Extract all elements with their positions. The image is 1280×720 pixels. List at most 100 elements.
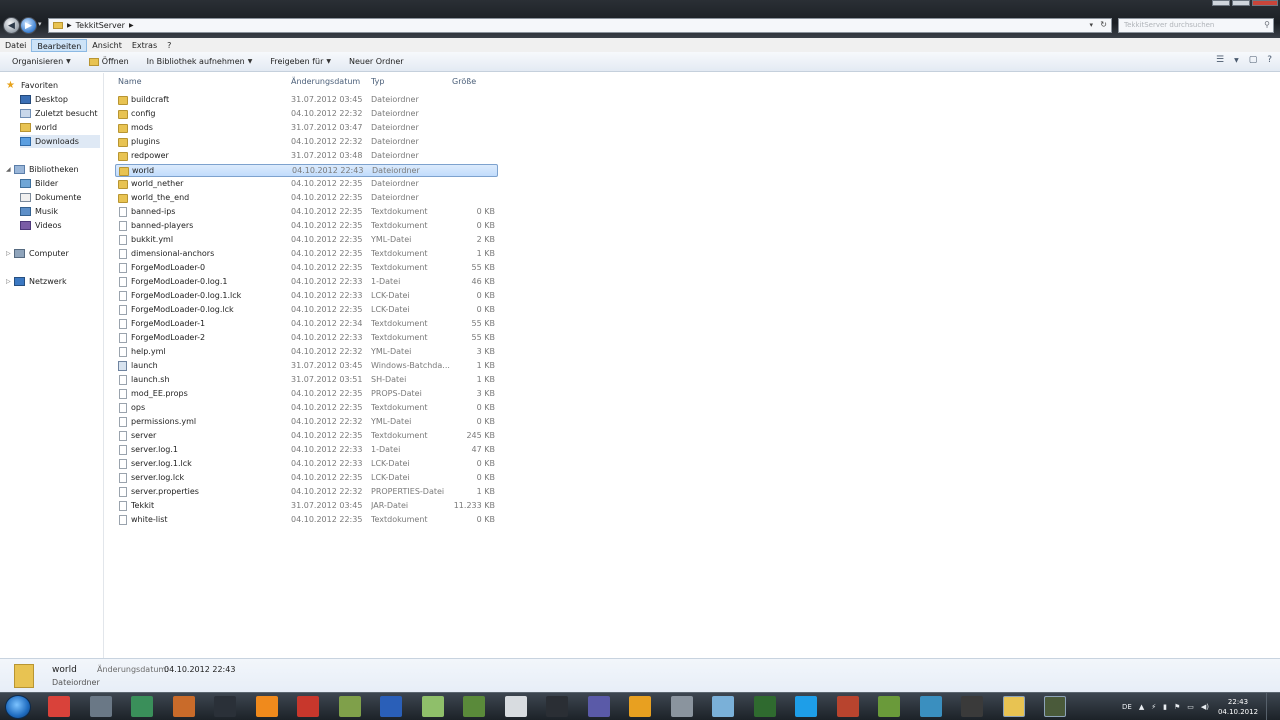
nav-computer[interactable]: Computer [14, 247, 69, 260]
app-eye-icon[interactable] [836, 696, 859, 717]
minecraft-block-icon[interactable] [878, 696, 900, 717]
file-row[interactable]: server.log.1.lck 04.10.2012 22:33 LCK-Date… [115, 458, 498, 471]
file-row[interactable]: mod_EE.props 04.10.2012 22:35 PROPS-Datei 3… [115, 388, 498, 401]
clock[interactable]: 22:43 04.10.2012 [1216, 697, 1260, 717]
menu-help[interactable]: ? [162, 39, 176, 52]
file-row[interactable]: ops 04.10.2012 22:35 Textdokument 0 KB [115, 402, 498, 415]
start-button[interactable] [5, 695, 31, 719]
volume-icon[interactable]: ◀) [1201, 703, 1209, 711]
file-row[interactable]: world 04.10.2012 22:43 Dateiordner [115, 164, 498, 177]
file-row[interactable]: server.log.lck 04.10.2012 22:35 LCK-Datei 0… [115, 472, 498, 485]
add-to-library-button[interactable]: In Bibliothek aufnehmen ▼ [138, 52, 262, 72]
file-row[interactable]: world_nether 04.10.2012 22:35 Dateiordner [115, 178, 498, 191]
nav-libraries[interactable]: Bibliotheken [14, 163, 79, 176]
gamepad-icon[interactable] [504, 696, 527, 717]
file-row[interactable]: ForgeModLoader-0.log.1 04.10.2012 22:33 1-… [115, 276, 498, 289]
maximize-button[interactable] [1232, 0, 1250, 6]
menu-bearbeiten[interactable]: Bearbeiten [31, 38, 88, 52]
expand-arrow-icon[interactable]: ▷ [6, 278, 11, 285]
column-header-size[interactable]: Größe [452, 77, 476, 86]
preview-pane-icon[interactable]: ▢ [1249, 55, 1258, 67]
file-row[interactable]: launch.sh 31.07.2012 03:51 SH-Datei 1 KB [115, 374, 498, 387]
forward-button[interactable]: ▶ [20, 17, 37, 34]
terminal-icon[interactable] [753, 696, 776, 717]
nav-desktop[interactable]: Desktop [20, 93, 68, 106]
steam-icon[interactable] [89, 696, 112, 717]
usb-icon[interactable]: ⚡ [1151, 703, 1156, 711]
app-dark-icon[interactable] [546, 696, 568, 717]
vlc-icon[interactable] [255, 696, 278, 717]
nav-world[interactable]: world [20, 121, 57, 134]
file-row[interactable]: buildcraft 31.07.2012 03:45 Dateiordner [115, 94, 498, 107]
minecraft-icon[interactable] [463, 696, 485, 717]
column-header-type[interactable]: Typ [371, 77, 384, 86]
nav-downloads[interactable]: Downloads [20, 135, 100, 148]
organize-button[interactable]: Organisieren ▼ [0, 52, 80, 72]
refresh-icon[interactable]: ↻ [1100, 20, 1107, 29]
file-row[interactable]: ForgeModLoader-0.log.lck 04.10.2012 22:35… [115, 304, 498, 317]
share-button[interactable]: Freigeben für ▼ [261, 52, 340, 72]
tekkit-icon[interactable] [961, 696, 983, 717]
nav-network[interactable]: Netzwerk [14, 275, 67, 288]
display-icon[interactable]: ▭ [1187, 703, 1194, 711]
explorer-icon[interactable] [1002, 696, 1025, 717]
nav-favorites[interactable]: ★ Favoriten [6, 79, 58, 92]
app-red-icon[interactable] [297, 696, 319, 717]
file-row[interactable]: dimensional-anchors 04.10.2012 22:35 Textd… [115, 248, 498, 261]
file-row[interactable]: banned-ips 04.10.2012 22:35 Textdokument 0 … [115, 206, 498, 219]
file-row[interactable]: launch 31.07.2012 03:45 Windows-Batchda...… [115, 360, 498, 373]
column-header-date[interactable]: Änderungsdatum [291, 77, 360, 86]
file-row[interactable]: server 04.10.2012 22:35 Textdokument 245 KB [115, 430, 498, 443]
close-button[interactable] [1252, 0, 1278, 6]
collapse-arrow-icon[interactable]: ◢ [6, 166, 11, 173]
file-row[interactable]: server.log.1 04.10.2012 22:33 1-Datei 47 KB [115, 444, 498, 457]
illustrator-icon[interactable] [629, 696, 651, 717]
app-tools-icon[interactable] [172, 696, 195, 717]
flag-icon[interactable]: ⚑ [1174, 703, 1180, 711]
address-bar[interactable]: ▶ TekkitServer ▶ ▾ ↻ [48, 18, 1112, 33]
file-row[interactable]: Tekkit 31.07.2012 03:45 JAR-Datei 11.233 KB [115, 500, 498, 513]
file-row[interactable]: ForgeModLoader-0.log.1.lck 04.10.2012 22:… [115, 290, 498, 303]
chevron-down-icon[interactable]: ▼ [1234, 55, 1239, 67]
file-row[interactable]: ForgeModLoader-1 04.10.2012 22:34 Textdoku… [115, 318, 498, 331]
nav-music[interactable]: Musik [20, 205, 58, 218]
nav-videos[interactable]: Videos [20, 219, 62, 232]
after-effects-icon[interactable] [587, 696, 610, 717]
file-row[interactable]: plugins 04.10.2012 22:32 Dateiordner [115, 136, 498, 149]
network-tray-icon[interactable]: ▮ [1163, 703, 1167, 711]
app-window-icon[interactable] [131, 696, 153, 717]
file-row[interactable]: redpower 31.07.2012 03:48 Dateiordner [115, 150, 498, 163]
menu-datei[interactable]: Datei [0, 39, 31, 52]
paint-icon[interactable] [712, 696, 734, 717]
back-button[interactable]: ◀ [3, 17, 20, 34]
app-pinned-icon[interactable] [421, 696, 444, 717]
show-desktop-button[interactable] [1266, 693, 1280, 720]
file-row[interactable]: ForgeModLoader-0 04.10.2012 22:35 Textdoku… [115, 262, 498, 275]
file-row[interactable]: bukkit.yml 04.10.2012 22:35 YML-Datei 2 KB [115, 234, 498, 247]
language-indicator[interactable]: DE [1122, 703, 1132, 711]
open-button[interactable]: Öffnen [80, 52, 138, 72]
expand-arrow-icon[interactable]: ▷ [6, 250, 11, 257]
app-active-icon[interactable] [1044, 696, 1066, 717]
obs-icon[interactable] [214, 696, 236, 717]
file-row[interactable]: server.properties 04.10.2012 22:32 PROPERT… [115, 486, 498, 499]
app-notes-icon[interactable] [919, 696, 942, 717]
chrome-icon[interactable] [48, 696, 70, 717]
file-row[interactable]: mods 31.07.2012 03:47 Dateiordner [115, 122, 498, 135]
file-row[interactable]: banned-players 04.10.2012 22:35 Textdokume… [115, 220, 498, 233]
column-header-name[interactable]: Name [118, 77, 142, 86]
file-row[interactable]: config 04.10.2012 22:32 Dateiordner [115, 108, 498, 121]
nav-pictures[interactable]: Bilder [20, 177, 58, 190]
nav-documents[interactable]: Dokumente [20, 191, 81, 204]
help-icon[interactable]: ? [1267, 55, 1272, 67]
breadcrumb-tekkitserver[interactable]: TekkitServer [76, 21, 125, 30]
file-row[interactable]: help.yml 04.10.2012 22:32 YML-Datei 3 KB [115, 346, 498, 359]
address-dropdown-icon[interactable]: ▾ [1089, 21, 1093, 29]
file-row[interactable]: white-list 04.10.2012 22:35 Textdokument 0 … [115, 514, 498, 527]
pen-icon[interactable] [670, 696, 693, 717]
recent-pages-dropdown[interactable]: ▾ [38, 20, 42, 28]
menu-ansicht[interactable]: Ansicht [87, 39, 127, 52]
app-green-icon[interactable] [338, 696, 361, 717]
show-hidden-icons-icon[interactable]: ▲ [1139, 703, 1144, 711]
file-row[interactable]: world_the_end 04.10.2012 22:35 Dateiordner [115, 192, 498, 205]
